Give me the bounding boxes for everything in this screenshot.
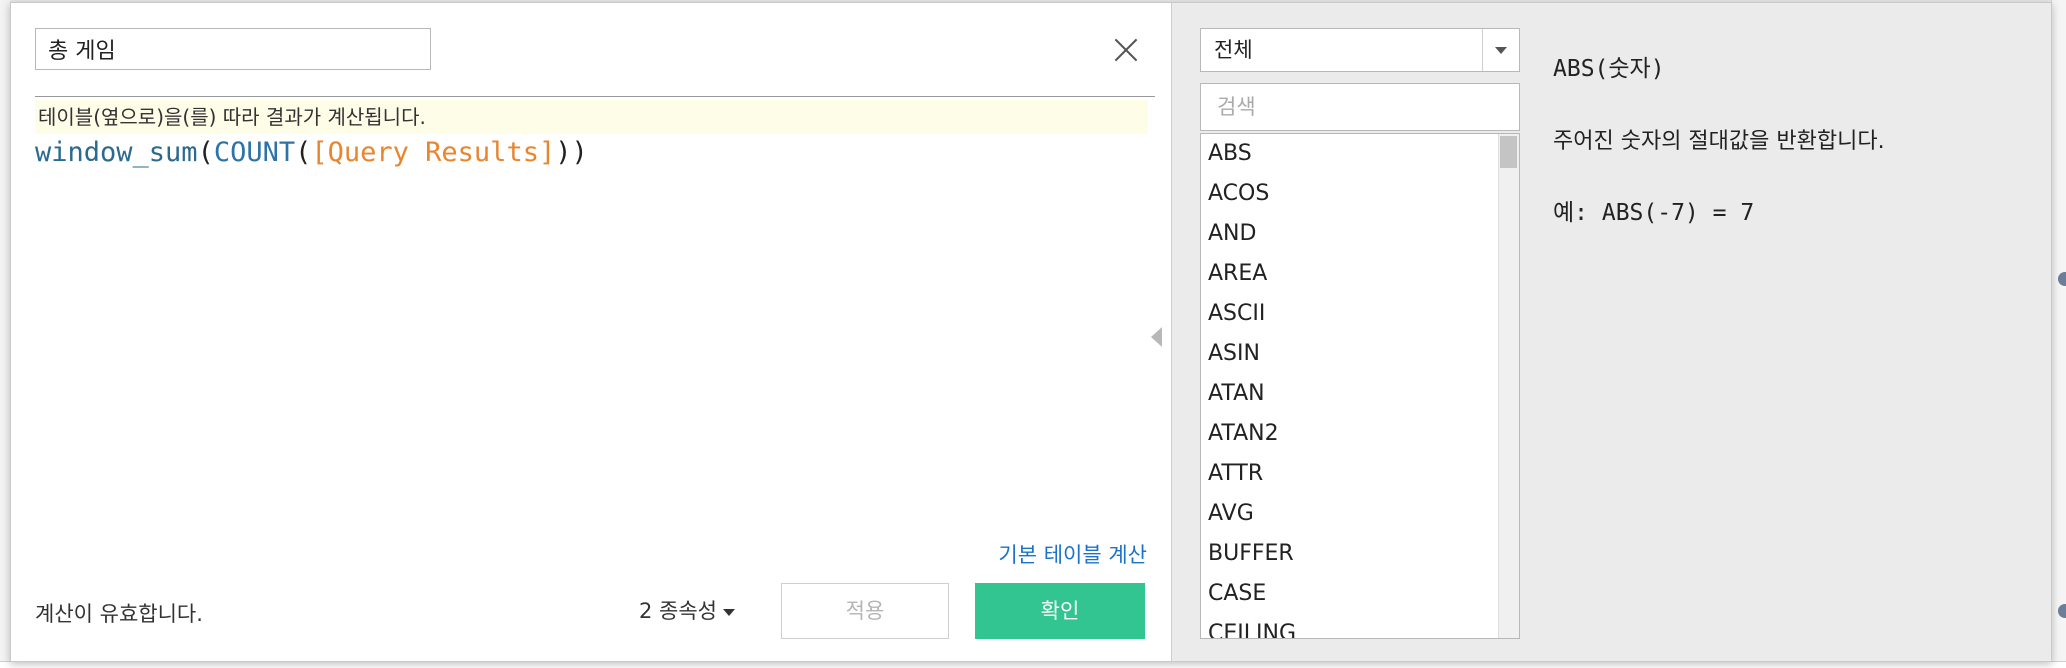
- function-list-scrollbar[interactable]: [1498, 134, 1519, 638]
- chevron-down-icon[interactable]: [1482, 29, 1519, 71]
- function-list-item[interactable]: ASIN: [1201, 334, 1519, 374]
- function-list-item[interactable]: ATAN: [1201, 374, 1519, 414]
- function-list-items: ABS ACOS AND AREA ASCII ASIN ATAN ATAN2 ATTR AVG B…: [1201, 134, 1519, 638]
- default-table-calc-link[interactable]: 기본 테이블 계산: [998, 539, 1147, 569]
- background-marker: [2058, 272, 2066, 286]
- formula-window-sum: window_sum: [35, 137, 198, 168]
- formula-paren: (: [295, 137, 312, 168]
- formula-paren: )): [555, 137, 588, 168]
- function-list-item[interactable]: ATAN2: [1201, 414, 1519, 454]
- background-scroll-edge: [2051, 0, 2066, 668]
- dependencies-dropdown[interactable]: 2 종속성: [639, 595, 735, 625]
- function-list-item[interactable]: BUFFER: [1201, 534, 1519, 574]
- background-sheet-edge: [0, 0, 10, 668]
- function-list[interactable]: ABS ACOS AND AREA ASCII ASIN ATAN ATAN2 ATTR AVG B…: [1200, 133, 1520, 639]
- function-list-item[interactable]: CEILING: [1201, 614, 1519, 638]
- background-axis: [0, 661, 2066, 668]
- function-signature: ABS(숫자): [1553, 56, 1665, 82]
- editor-divider: [35, 96, 1155, 97]
- scrollbar-thumb[interactable]: [1500, 136, 1517, 168]
- caret-down-icon: [723, 608, 735, 616]
- table-calc-hint: 테이블(옆으로)을(를) 따라 결과가 계산됩니다.: [35, 100, 1148, 134]
- collapse-panel-icon[interactable]: [1151, 327, 1162, 347]
- ok-button[interactable]: 확인: [975, 583, 1145, 639]
- function-search-input[interactable]: [1200, 83, 1520, 131]
- function-list-item[interactable]: ACOS: [1201, 174, 1519, 214]
- function-list-item[interactable]: ATTR: [1201, 454, 1519, 494]
- close-icon[interactable]: [1113, 37, 1139, 63]
- formula-count: COUNT: [213, 137, 296, 168]
- function-list-item[interactable]: CASE: [1201, 574, 1519, 614]
- function-list-item[interactable]: AND: [1201, 214, 1519, 254]
- calculation-name-input[interactable]: [35, 28, 431, 70]
- formula-paren: (: [197, 137, 214, 168]
- calculation-editor-pane: 테이블(옆으로)을(를) 따라 결과가 계산됩니다. window_sum(CO…: [11, 3, 1172, 661]
- function-list-item[interactable]: AVG: [1201, 494, 1519, 534]
- dependencies-label: 2 종속성: [639, 599, 717, 623]
- function-category-select[interactable]: 전체: [1200, 28, 1520, 72]
- formula-field: [Query Results]: [311, 137, 556, 168]
- function-description: 주어진 숫자의 절대값을 반환합니다.: [1553, 129, 1885, 154]
- function-list-item[interactable]: ASCII: [1201, 294, 1519, 334]
- function-list-item[interactable]: ABS: [1201, 134, 1519, 174]
- function-example: 예: ABS(-7) = 7: [1553, 200, 1755, 226]
- calculation-dialog: 테이블(옆으로)을(를) 따라 결과가 계산됩니다. window_sum(CO…: [10, 2, 2052, 662]
- function-category-value: 전체: [1214, 38, 1253, 62]
- background-marker: [2058, 604, 2066, 618]
- formula-editor[interactable]: window_sum(COUNT([Query Results])): [35, 137, 588, 168]
- calc-status: 계산이 유효합니다.: [35, 602, 203, 626]
- function-list-item[interactable]: AREA: [1201, 254, 1519, 294]
- apply-button[interactable]: 적용: [781, 583, 949, 639]
